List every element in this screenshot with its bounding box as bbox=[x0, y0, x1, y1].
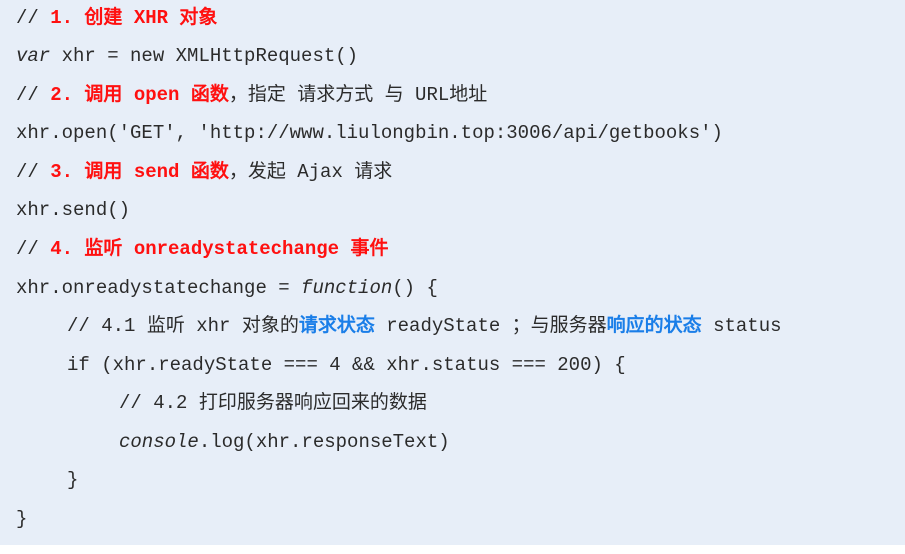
comment-marker: // bbox=[16, 161, 51, 183]
code-line-2: var xhr = new XMLHttpRequest() bbox=[16, 43, 358, 69]
comment-marker: // bbox=[16, 84, 51, 106]
comment-text: ，指定 请求方式 与 URL地址 bbox=[228, 84, 488, 106]
keyword-console: console bbox=[119, 431, 199, 453]
closing-brace: } bbox=[16, 508, 28, 530]
comment-text: readyState ；与服务器 bbox=[374, 315, 607, 337]
keyword-var: var bbox=[16, 45, 51, 67]
comment-step-2: 2. 调用 open 函数 bbox=[50, 84, 229, 106]
comment-marker: // bbox=[16, 7, 51, 29]
comment-text: ，发起 Ajax 请求 bbox=[228, 161, 393, 183]
comment-text: // 4.2 打印服务器响应回来的数据 bbox=[119, 392, 427, 414]
code-line-1: // 1. 创建 XHR 对象 bbox=[16, 5, 217, 31]
comment-text: status bbox=[701, 315, 782, 337]
code-line-12: console.log(xhr.responseText) bbox=[119, 429, 450, 455]
code-text: .log(xhr.responseText) bbox=[198, 431, 450, 453]
keyword-function: function bbox=[301, 277, 393, 299]
comment-text: // 4.1 监听 xhr 对象的 bbox=[67, 315, 299, 337]
code-line-10: if (xhr.readyState === 4 && xhr.status =… bbox=[67, 352, 626, 378]
code-text: xhr.onreadystatechange = bbox=[16, 277, 302, 299]
comment-step-3: 3. 调用 send 函数 bbox=[50, 161, 229, 183]
code-line-9: // 4.1 监听 xhr 对象的请求状态 readyState ；与服务器响应… bbox=[67, 313, 782, 339]
highlight-response-state: 响应的状态 bbox=[606, 315, 702, 337]
code-line-4: xhr.open('GET', 'http://www.liulongbin.t… bbox=[16, 120, 723, 146]
code-line-5: // 3. 调用 send 函数，发起 Ajax 请求 bbox=[16, 159, 392, 185]
code-text: () { bbox=[392, 277, 438, 299]
code-text: if (xhr.readyState === 4 && xhr.status =… bbox=[67, 354, 626, 376]
code-line-8: xhr.onreadystatechange = function() { bbox=[16, 275, 438, 301]
comment-marker: // bbox=[16, 238, 51, 260]
code-text: xhr.send() bbox=[16, 199, 131, 221]
code-line-13: } bbox=[67, 467, 78, 493]
code-line-3: // 2. 调用 open 函数，指定 请求方式 与 URL地址 bbox=[16, 82, 487, 108]
code-line-7: // 4. 监听 onreadystatechange 事件 bbox=[16, 236, 388, 262]
highlight-request-state: 请求状态 bbox=[298, 315, 375, 337]
code-text: xhr.open('GET', 'http://www.liulongbin.t… bbox=[16, 122, 723, 144]
code-block: // 1. 创建 XHR 对象 var xhr = new XMLHttpReq… bbox=[0, 0, 905, 545]
code-line-6: xhr.send() bbox=[16, 197, 130, 223]
code-line-11: // 4.2 打印服务器响应回来的数据 bbox=[119, 390, 427, 416]
code-line-14: } bbox=[16, 506, 27, 532]
code-text: xhr = new XMLHttpRequest() bbox=[50, 45, 359, 67]
closing-brace: } bbox=[67, 469, 79, 491]
comment-step-1: 1. 创建 XHR 对象 bbox=[50, 7, 218, 29]
comment-step-4: 4. 监听 onreadystatechange 事件 bbox=[50, 238, 389, 260]
